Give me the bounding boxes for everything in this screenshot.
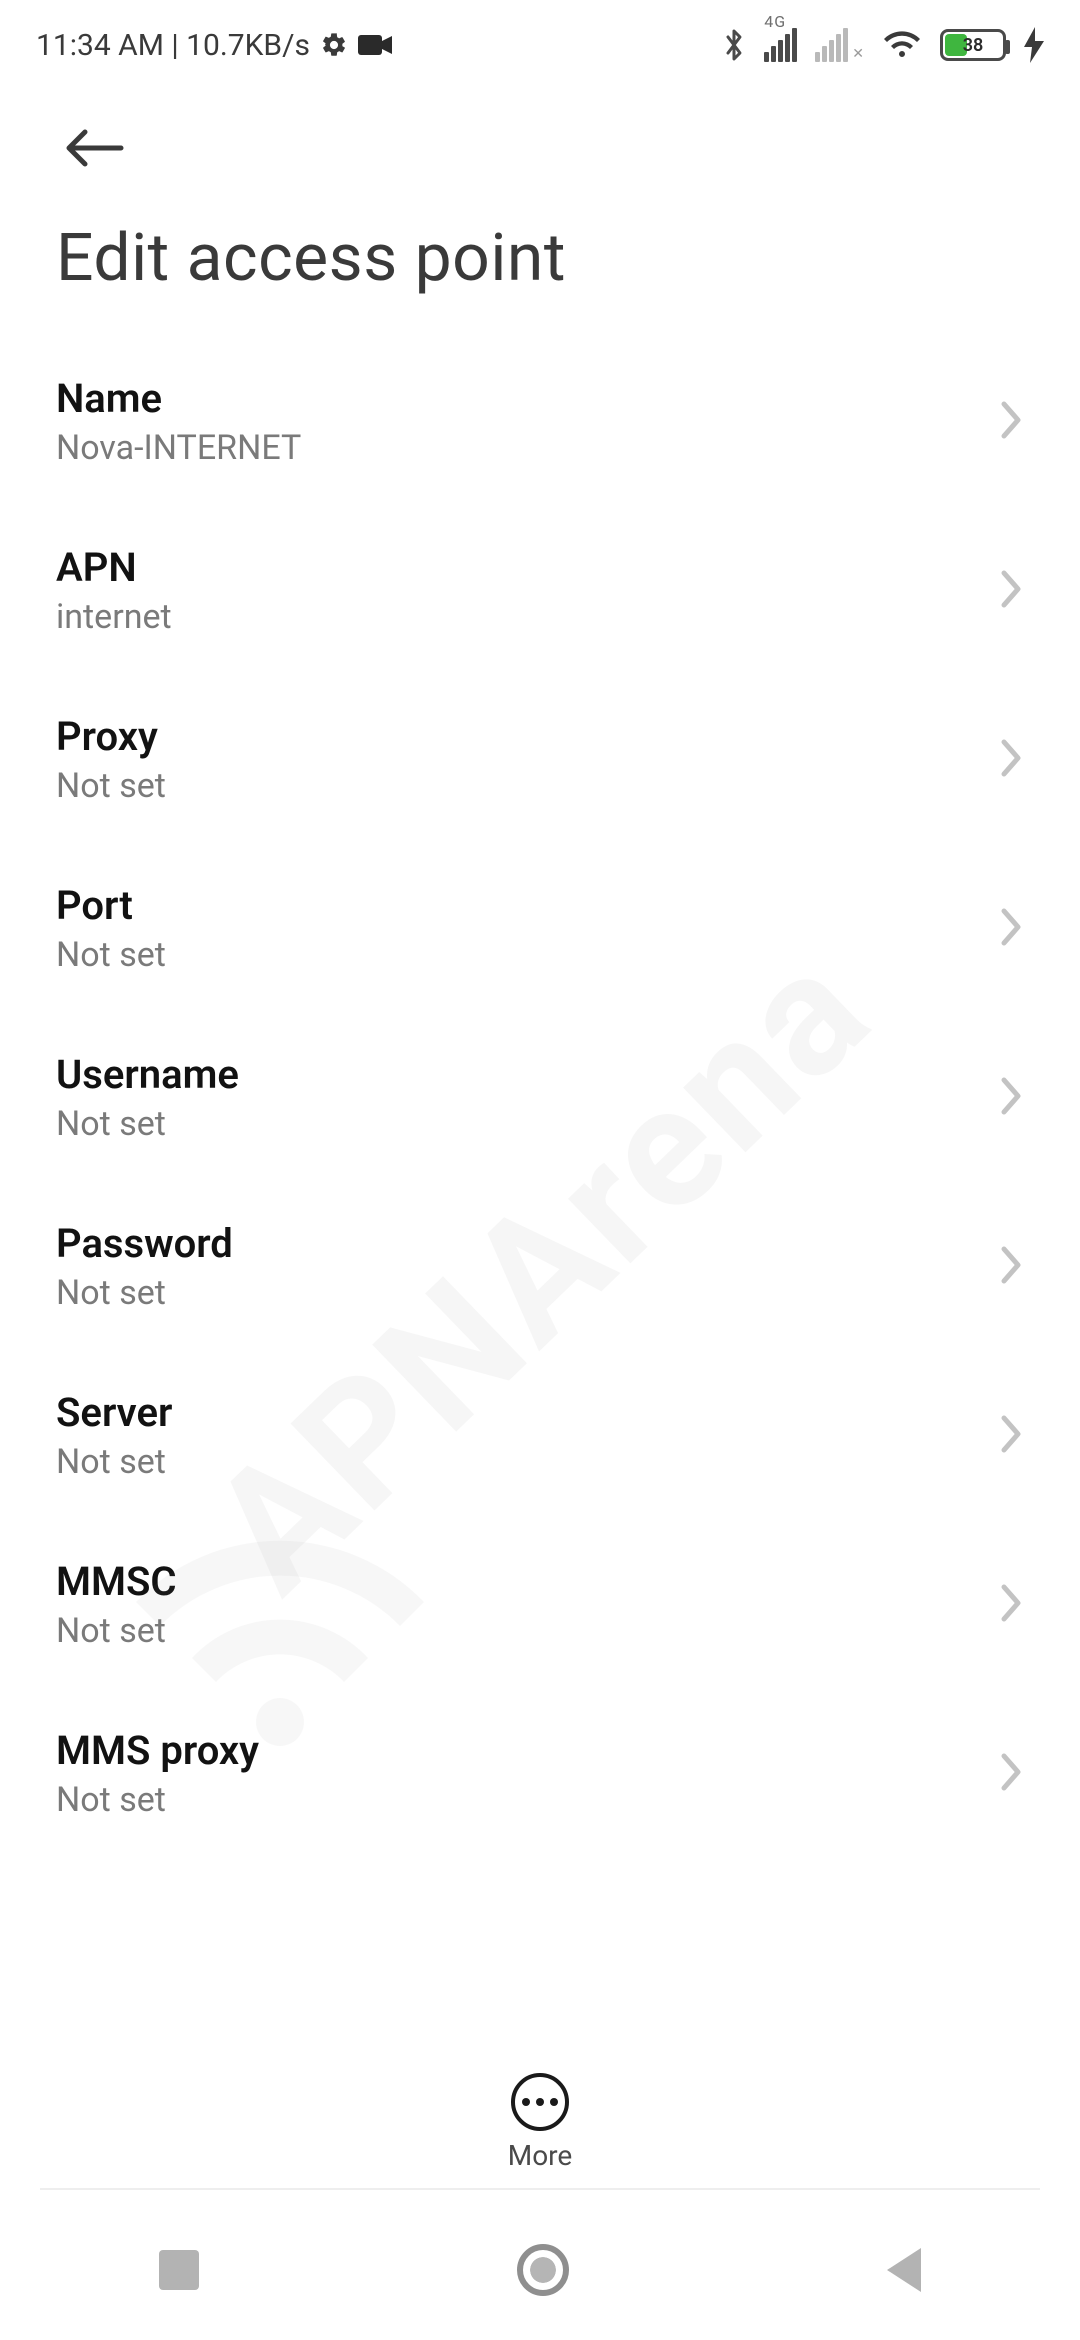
status-right: 4G ✕ 38	[722, 27, 1044, 63]
setting-row-proxy[interactable]: Proxy Not set	[0, 675, 1080, 844]
nav-recent-button[interactable]	[159, 2250, 199, 2290]
page-title: Edit access point	[56, 186, 1024, 307]
setting-value: Not set	[56, 1104, 239, 1144]
network-badge: 4G	[764, 12, 786, 31]
setting-label: Proxy	[56, 713, 166, 760]
chevron-right-icon	[998, 398, 1024, 446]
chevron-right-icon	[998, 1074, 1024, 1122]
more-dots-icon	[522, 2098, 558, 2106]
wifi-icon	[882, 29, 922, 61]
setting-value: Not set	[56, 935, 166, 975]
chevron-right-icon	[998, 1750, 1024, 1798]
status-left: 11:34 AM | 10.7KB/s	[36, 28, 392, 63]
signal-1-icon: 4G	[764, 28, 797, 62]
nav-back-button[interactable]	[887, 2248, 921, 2292]
setting-label: Username	[56, 1051, 239, 1098]
setting-row-name[interactable]: Name Nova-INTERNET	[0, 337, 1080, 506]
watermark-wifi-icon	[120, 1520, 440, 1784]
chevron-right-icon	[998, 567, 1024, 615]
more-label: More	[508, 2139, 573, 2172]
setting-label: Password	[56, 1220, 233, 1267]
status-bar: 11:34 AM | 10.7KB/s 4G ✕	[0, 0, 1080, 70]
more-button[interactable]	[511, 2073, 569, 2131]
setting-label: Server	[56, 1389, 172, 1436]
status-time: 11:34 AM | 10.7KB/s	[36, 28, 310, 63]
bottom-divider	[40, 2188, 1040, 2190]
nav-home-button[interactable]	[517, 2244, 569, 2296]
setting-value: Not set	[56, 766, 166, 806]
chevron-right-icon	[998, 1581, 1024, 1629]
chevron-right-icon	[998, 1243, 1024, 1291]
gear-icon	[320, 31, 348, 59]
setting-label: Name	[56, 375, 301, 422]
setting-label: APN	[56, 544, 172, 591]
setting-label: Port	[56, 882, 166, 929]
setting-row-port[interactable]: Port Not set	[0, 844, 1080, 1013]
setting-value: Not set	[56, 1442, 172, 1482]
setting-row-apn[interactable]: APN internet	[0, 506, 1080, 675]
arrow-left-icon	[63, 126, 125, 170]
chevron-right-icon	[998, 736, 1024, 784]
setting-row-password[interactable]: Password Not set	[0, 1182, 1080, 1351]
setting-value: internet	[56, 597, 172, 637]
chevron-right-icon	[998, 1412, 1024, 1460]
battery-percent: 38	[943, 35, 1003, 56]
no-sim-x-icon: ✕	[852, 46, 864, 62]
setting-value: Nova-INTERNET	[56, 428, 301, 468]
battery-icon: 38	[940, 29, 1006, 61]
setting-row-username[interactable]: Username Not set	[0, 1013, 1080, 1182]
signal-2-icon: ✕	[815, 28, 864, 62]
bluetooth-icon	[722, 27, 746, 63]
camera-icon	[358, 33, 392, 57]
setting-value: Not set	[56, 1780, 259, 1820]
setting-value: Not set	[56, 1273, 233, 1313]
back-button[interactable]	[56, 110, 132, 186]
nav-bar	[0, 2200, 1080, 2340]
setting-row-server[interactable]: Server Not set	[0, 1351, 1080, 1520]
charging-icon	[1024, 27, 1044, 63]
chevron-right-icon	[998, 905, 1024, 953]
